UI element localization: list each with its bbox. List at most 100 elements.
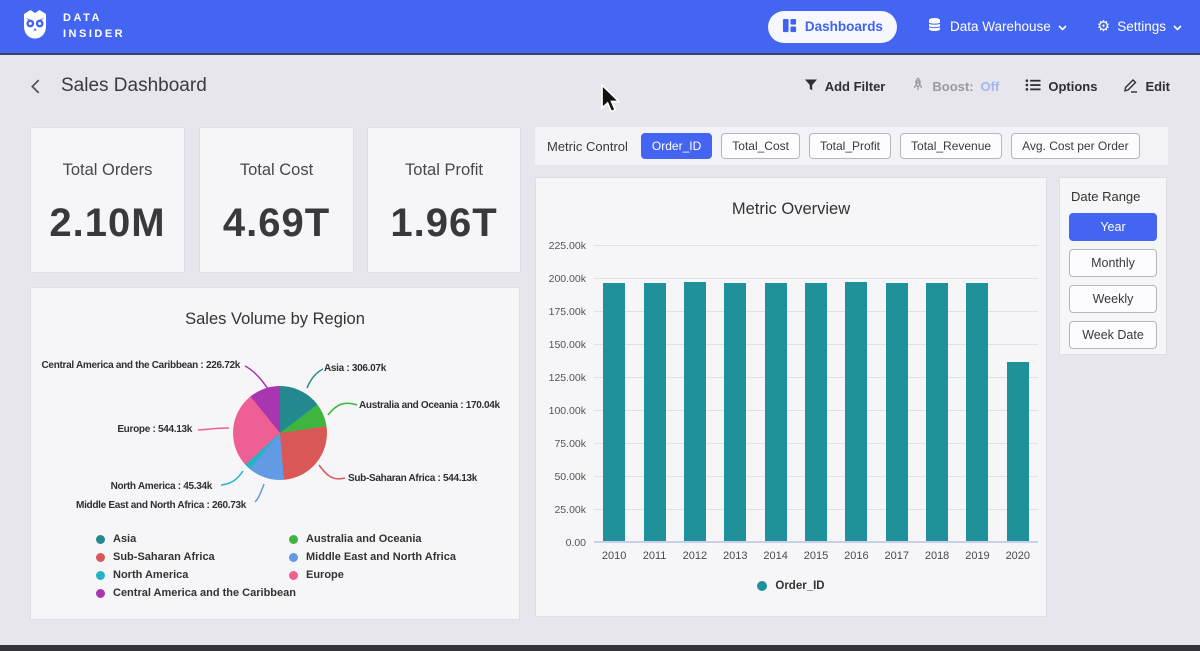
x-tick: 2018	[917, 550, 957, 562]
bar-legend-dot	[757, 581, 767, 591]
kpi-value: 4.69T	[200, 201, 353, 246]
dashboards-grid-icon	[782, 18, 797, 36]
date-range-option-week-date[interactable]: Week Date	[1069, 321, 1157, 349]
bar-2018[interactable]	[926, 283, 948, 541]
y-tick: 25.00k	[554, 504, 586, 516]
bar-2010[interactable]	[603, 283, 625, 541]
pie-callout-australia: Australia and Oceania : 170.04k	[359, 400, 500, 411]
chevron-down-icon	[1173, 19, 1182, 34]
bar-chart-title: Metric Overview	[536, 200, 1046, 219]
pencil-icon	[1123, 77, 1138, 96]
metric-chip-total-profit[interactable]: Total_Profit	[809, 133, 891, 159]
pie-callout-europe: Europe : 544.13k	[117, 424, 192, 435]
pie-legend-item[interactable]: Middle East and North Africa	[289, 551, 456, 563]
chevron-down-icon	[1058, 19, 1067, 34]
nav-data-warehouse[interactable]: Data Warehouse	[927, 17, 1067, 36]
add-filter-button[interactable]: Add Filter	[804, 78, 886, 95]
kpi-label: Total Orders	[31, 161, 184, 180]
x-tick: 2011	[635, 550, 675, 562]
y-tick: 75.00k	[554, 438, 586, 450]
boost-label: Boost:	[932, 79, 973, 94]
pie-legend-item[interactable]: Australia and Oceania	[289, 533, 456, 545]
legend-label: Sub-Saharan Africa	[113, 551, 215, 563]
page-header: Sales Dashboard Add Filter Boost: Off	[0, 57, 1200, 115]
pie-legend-item[interactable]: Central America and the Caribbean	[96, 587, 296, 599]
nav-settings-label: Settings	[1117, 19, 1166, 34]
bar-2011[interactable]	[644, 283, 666, 541]
edit-button[interactable]: Edit	[1123, 77, 1170, 96]
top-navbar: DATA INSIDER Dashboards	[0, 0, 1200, 55]
pie-callout-north-america: North America : 45.34k	[111, 481, 212, 492]
date-range-option-weekly[interactable]: Weekly	[1069, 285, 1157, 313]
legend-dot	[96, 589, 105, 598]
date-range-label: Date Range	[1071, 189, 1157, 204]
bar-2012[interactable]	[684, 282, 706, 541]
options-list-icon	[1025, 78, 1041, 95]
bar-2017[interactable]	[886, 283, 908, 541]
y-tick: 175.00k	[549, 306, 586, 318]
pie-chart-title: Sales Volume by Region	[31, 310, 519, 329]
metric-chip-avg-cost-per-order[interactable]: Avg. Cost per Order	[1011, 133, 1140, 159]
legend-dot	[289, 571, 298, 580]
x-tick: 2012	[675, 550, 715, 562]
legend-label: Asia	[113, 533, 136, 545]
metric-overview-chart-card: Metric Overview 0.0025.00k50.00k75.00k10…	[535, 177, 1047, 617]
bar-2013[interactable]	[724, 283, 746, 541]
page-title: Sales Dashboard	[61, 75, 207, 97]
filter-icon	[804, 78, 818, 95]
legend-dot	[96, 553, 105, 562]
date-range-option-monthly[interactable]: Monthly	[1069, 249, 1157, 277]
x-tick: 2015	[796, 550, 836, 562]
bar-legend-label: Order_ID	[775, 580, 824, 592]
back-button[interactable]	[30, 78, 41, 95]
y-tick: 50.00k	[554, 471, 586, 483]
metric-chip-order-id[interactable]: Order_ID	[641, 133, 712, 159]
gear-icon: ⚙	[1097, 19, 1110, 34]
legend-dot	[289, 535, 298, 544]
kpi-card-total-profit: Total Profit 1.96T	[367, 127, 521, 273]
metric-chip-total-cost[interactable]: Total_Cost	[721, 133, 800, 159]
x-tick: 2010	[594, 550, 634, 562]
y-tick: 150.00k	[549, 339, 586, 351]
options-label: Options	[1048, 79, 1097, 94]
bar-plot	[594, 246, 1038, 543]
pie-callout-sub-saharan: Sub-Saharan Africa : 544.13k	[348, 473, 477, 484]
bar-2019[interactable]	[966, 283, 988, 541]
y-tick: 125.00k	[549, 372, 586, 384]
brand[interactable]: DATA INSIDER	[18, 7, 125, 46]
options-button[interactable]: Options	[1025, 78, 1097, 95]
metric-chip-total-revenue[interactable]: Total_Revenue	[900, 133, 1002, 159]
metric-control-bar: Metric Control Order_ID Total_Cost Total…	[535, 127, 1168, 165]
legend-label: Middle East and North Africa	[306, 551, 456, 563]
brand-line1: DATA	[63, 11, 125, 27]
pie-legend-item[interactable]: North America	[96, 569, 296, 581]
x-tick: 2019	[957, 550, 997, 562]
bar-chart-legend[interactable]: Order_ID	[536, 580, 1046, 592]
y-tick: 225.00k	[549, 240, 586, 252]
legend-dot	[96, 535, 105, 544]
pie[interactable]	[233, 386, 327, 480]
sales-volume-by-region-card: Sales Volume by Region Central America a…	[30, 287, 520, 620]
pie-legend-item[interactable]: Europe	[289, 569, 456, 581]
bar-2020[interactable]	[1007, 362, 1029, 541]
date-range-option-year[interactable]: Year	[1069, 213, 1157, 241]
add-filter-label: Add Filter	[825, 79, 886, 94]
y-tick: 200.00k	[549, 273, 586, 285]
bar-2015[interactable]	[805, 283, 827, 541]
bar-2014[interactable]	[765, 283, 787, 541]
brand-line2: INSIDER	[63, 27, 125, 43]
pie-callout-middle-east: Middle East and North Africa : 260.73k	[76, 500, 246, 511]
pie-legend-item[interactable]: Asia	[96, 533, 296, 545]
nav-settings[interactable]: ⚙ Settings	[1097, 19, 1182, 34]
legend-label: Central America and the Caribbean	[113, 587, 296, 599]
bar-2016[interactable]	[845, 282, 867, 541]
x-tick: 2016	[836, 550, 876, 562]
nav-dashboards-label: Dashboards	[805, 19, 883, 34]
nav-dashboards-button[interactable]: Dashboards	[768, 11, 897, 43]
pie-callout-asia: Asia : 306.07k	[324, 363, 386, 374]
kpi-label: Total Profit	[368, 161, 520, 180]
boost-toggle[interactable]: Boost: Off	[911, 77, 999, 95]
boost-value: Off	[981, 79, 1000, 94]
y-ticks: 0.0025.00k50.00k75.00k100.00k125.00k150.…	[536, 246, 586, 543]
pie-legend-item[interactable]: Sub-Saharan Africa	[96, 551, 296, 563]
